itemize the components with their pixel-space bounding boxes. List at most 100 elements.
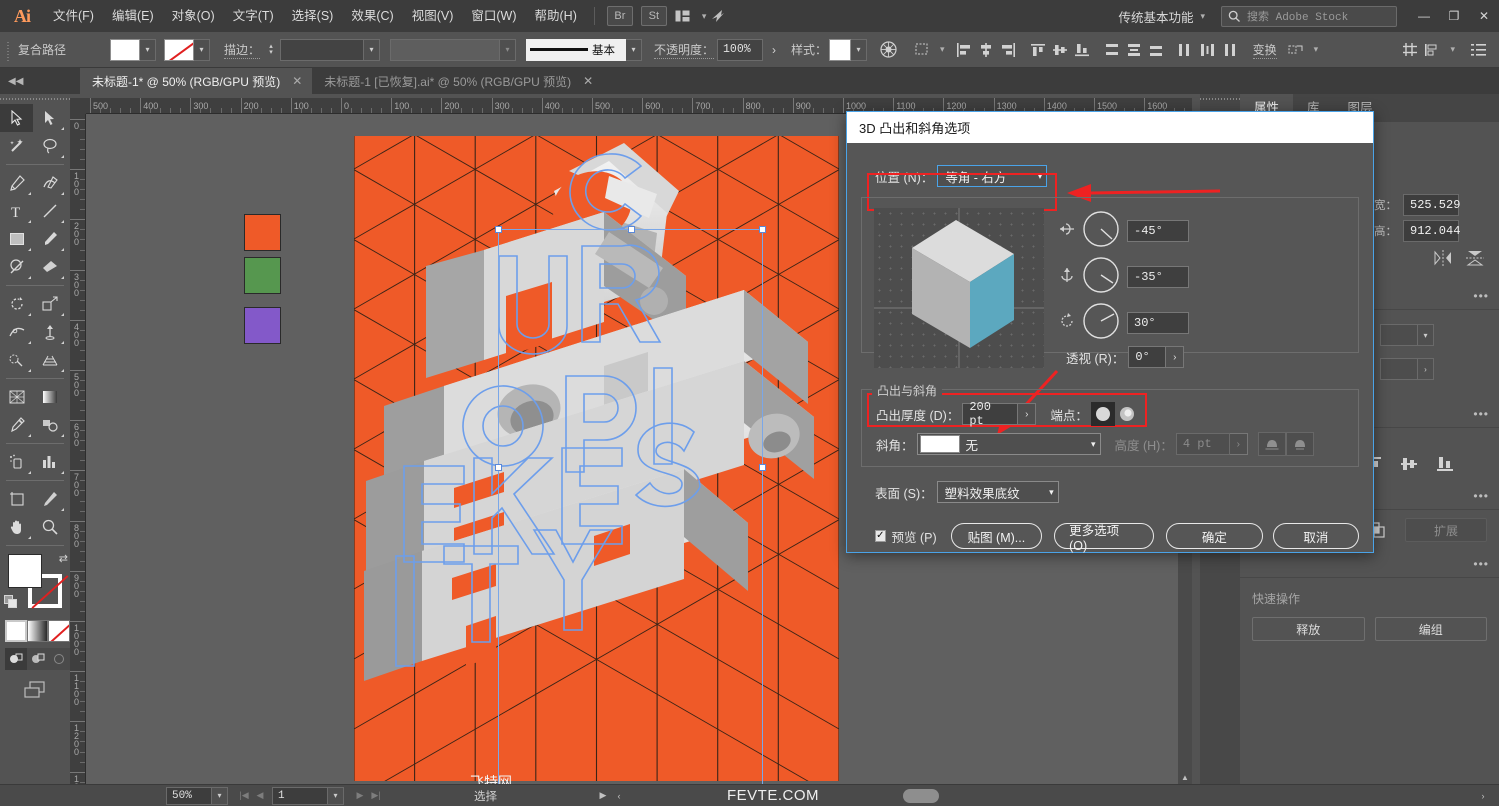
appearance-opacity-field[interactable] [1380,358,1418,380]
hand-tool[interactable] [0,513,33,541]
3d-extrude-bevel-dialog[interactable]: 3D 凸出和斜角选项 位置 (N)： 等角 - 右方 ▾ -45° -35° 3… [846,111,1374,553]
rectangle-tool[interactable] [0,225,33,253]
document-tab-1[interactable]: 未标题-1* @ 50% (RGB/GPU 预览) ✕ [80,68,313,94]
stroke-weight-chevron-down-icon[interactable]: ▾ [364,38,381,61]
selection-handle-ml[interactable] [495,464,502,471]
stroke-color-control[interactable]: ▾ [164,38,210,61]
zoom-input[interactable]: 50% [166,786,212,805]
swap-fill-stroke-icon[interactable]: ⇄ [59,552,68,565]
surface-select[interactable]: 塑料效果底纹 ▾ [936,481,1059,503]
brush-chevron-down-icon[interactable]: ▾ [626,38,643,61]
fill-color-control[interactable]: ▾ [110,38,156,61]
bridge-icon[interactable]: Br [606,6,633,26]
previous-artboard-icon[interactable]: ◀ [252,787,268,805]
document-tab-1-close-icon[interactable]: ✕ [292,74,302,88]
isolate-selected-icon[interactable] [1285,38,1307,62]
pathfinder-more-options-icon[interactable]: ••• [1473,557,1489,571]
selection-tool[interactable] [0,104,33,132]
vertical-ruler[interactable]: 0 100 200 300 400 500 600 700 800 900 1000 1100 1200… [70,114,86,784]
draw-inside-mode[interactable] [48,648,70,670]
rotate-tool[interactable] [0,290,33,318]
group-button[interactable]: 编组 [1374,617,1487,641]
gradient-tool[interactable] [33,383,66,411]
status-collapse-icon[interactable]: ‹ [611,787,627,805]
selection-bounding-box[interactable] [495,226,766,784]
control-bar-grip[interactable] [4,37,12,62]
selection-handle-tc[interactable] [628,226,635,233]
menu-effect[interactable]: 效果(C) [342,0,402,32]
rotate-y-input[interactable]: -35° [1127,265,1189,288]
tools-panel-grip[interactable] [0,94,70,104]
fill-chevron-down-icon[interactable]: ▾ [140,38,156,61]
stroke-profile-chevron-down-icon[interactable]: ▾ [500,38,517,61]
close-button[interactable]: ✕ [1469,3,1499,29]
stroke-weight-stepper[interactable]: ▴ ▾ [265,43,277,56]
document-setup-chevron-down-icon[interactable]: ▾ [1450,44,1455,55]
width-input[interactable]: 525.529 [1403,194,1460,216]
depth-stepper-icon[interactable]: › [1018,403,1037,425]
document-tab-2-close-icon[interactable]: ✕ [583,74,593,88]
cancel-button[interactable]: 取消 [1272,523,1359,549]
graphic-style-control[interactable]: ▾ [829,38,868,61]
menu-type[interactable]: 文字(T) [224,0,283,32]
perspective-input[interactable]: 0° [1128,346,1167,368]
lasso-tool[interactable] [33,132,66,160]
distribute-right-icon[interactable] [1219,38,1241,62]
canvas-swatch-orange[interactable] [244,214,281,251]
magic-wand-tool[interactable] [0,132,33,160]
cube-preview[interactable] [874,208,1044,368]
shape-builder-tool[interactable] [0,346,33,374]
rotate-x-input[interactable]: -45° [1127,219,1189,242]
perspective-grid-tool[interactable] [33,346,66,374]
eraser-tool[interactable] [33,253,66,281]
status-expand-icon[interactable]: › [1475,787,1491,805]
align-bottom-icon[interactable] [1071,38,1093,62]
default-fill-stroke-icon[interactable] [4,595,18,612]
more-options-button[interactable]: 更多选项 (O) [1054,523,1155,553]
menu-edit[interactable]: 编辑(E) [103,0,163,32]
stroke-chevron-down-icon[interactable]: ▾ [194,38,210,61]
flip-vertical-icon[interactable] [1466,250,1484,269]
graphic-style-chevron-down-icon[interactable]: ▾ [851,38,868,61]
panel-menu-icon[interactable] [1467,38,1489,62]
appearance-chevron-down-icon[interactable]: ▾ [1418,324,1434,346]
draw-behind-mode[interactable] [27,648,49,670]
paintbrush-tool[interactable] [33,225,66,253]
artboard-tool[interactable] [0,485,33,513]
bevel-extent-in-button[interactable] [1285,432,1314,456]
color-mode-gradient[interactable] [26,620,49,642]
menu-help[interactable]: 帮助(H) [526,0,586,32]
rotate-z-input[interactable]: 30° [1127,311,1189,334]
distribute-bottom-icon[interactable] [1145,38,1167,62]
transform-more-options-icon[interactable]: ••• [1473,289,1489,303]
distribute-top-icon[interactable] [1101,38,1123,62]
document-tab-2[interactable]: 未标题-1 [已恢复].ai* @ 50% (RGB/GPU 预览) ✕ [312,68,603,94]
menu-object[interactable]: 对象(O) [163,0,224,32]
opacity-label[interactable]: 不透明度： [654,41,715,59]
release-button[interactable]: 释放 [1252,617,1365,641]
line-segment-tool[interactable] [33,197,66,225]
search-stock-input[interactable]: 搜索 Adobe Stock [1221,5,1397,27]
rotate-y-dial[interactable] [1082,256,1120,297]
blend-tool[interactable] [33,411,66,439]
column-graph-tool[interactable] [33,448,66,476]
ruler-corner[interactable] [70,98,86,114]
mesh-tool[interactable] [0,383,33,411]
canvas-swatch-green[interactable] [244,257,281,294]
ok-button[interactable]: 确定 [1166,523,1263,549]
opacity-input[interactable]: 100% [717,38,764,61]
width-tool[interactable] [0,318,33,346]
last-artboard-icon[interactable]: ▶| [368,787,384,805]
position-select[interactable]: 等角 - 右方 ▾ [937,165,1048,187]
align-bottom-icon[interactable] [1436,456,1454,475]
cap-solid-button[interactable] [1090,402,1115,426]
artboard-chevron-down-icon[interactable]: ▾ [328,786,344,805]
document-setup-icon[interactable] [1421,38,1443,62]
recolor-artwork-icon[interactable] [877,38,899,62]
eyedropper-tool[interactable] [0,411,33,439]
selection-handle-tl[interactable] [495,226,502,233]
color-mode-solid[interactable] [5,620,27,642]
fill-color-indicator[interactable] [8,554,42,588]
bevel-extent-out-button[interactable] [1257,432,1286,456]
free-transform-tool[interactable] [33,318,66,346]
